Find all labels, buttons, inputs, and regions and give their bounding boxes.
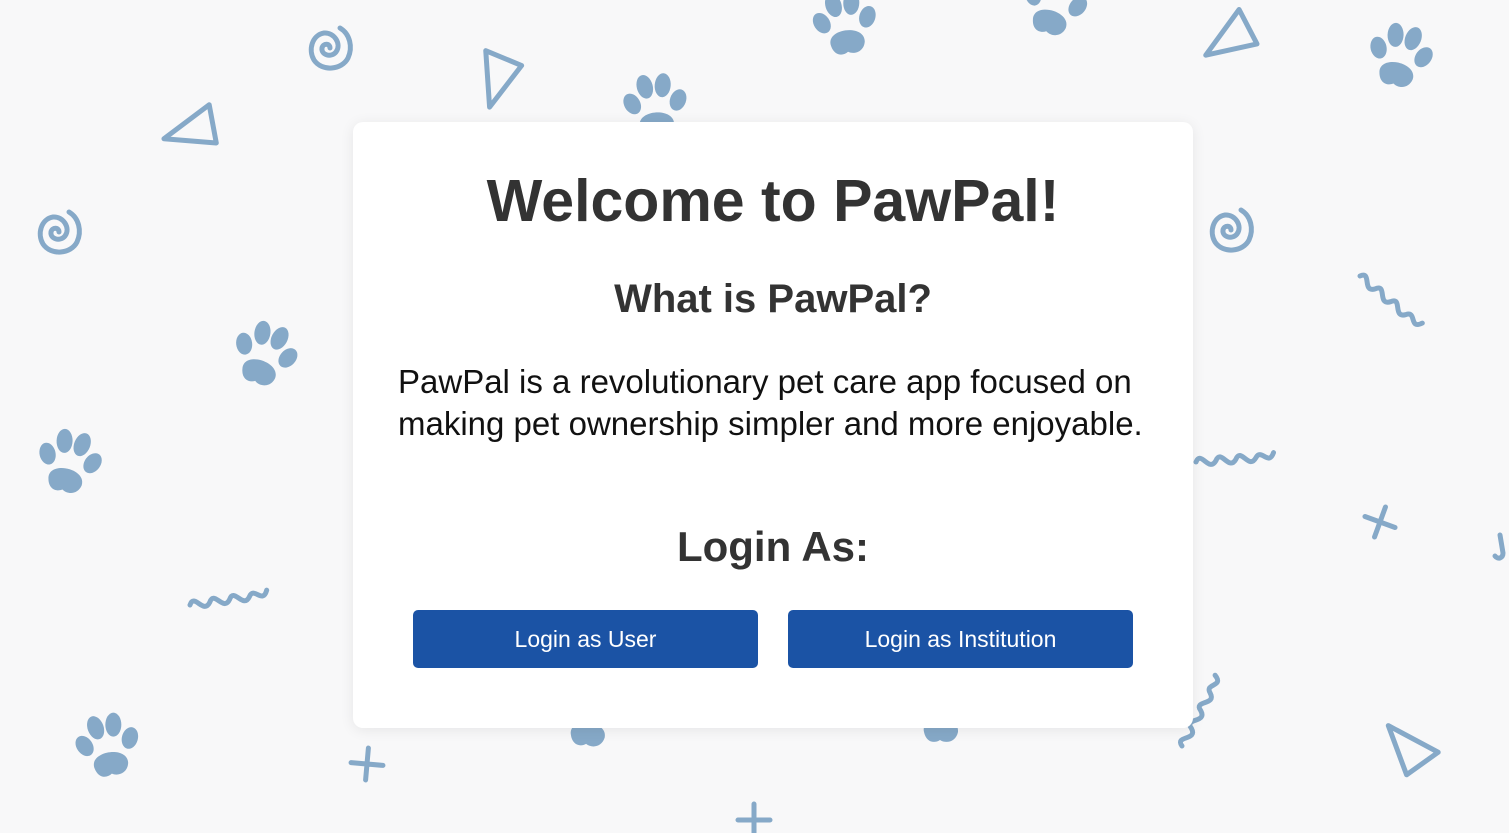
squiggle-icon: [1196, 453, 1274, 466]
squiggle-icon: [189, 590, 267, 608]
squiggle-icon: [1358, 273, 1423, 329]
spiral-icon: [1212, 210, 1251, 250]
spiral-icon: [40, 212, 79, 252]
triangle-icon: [164, 99, 232, 167]
paw-icon: [67, 707, 148, 782]
page-title: Welcome to PawPal!: [486, 168, 1060, 234]
about-description: PawPal is a revolutionary pet care app f…: [398, 363, 1143, 442]
paw-icon: [28, 422, 111, 499]
paw-icon: [1359, 16, 1442, 93]
landing-page: Welcome to PawPal! What is PawPal? PawPa…: [0, 0, 1509, 833]
cross-icon: [350, 747, 385, 782]
about-heading: What is PawPal?: [614, 277, 932, 321]
paw-icon: [222, 312, 309, 394]
hook-icon: [1492, 532, 1506, 561]
triangle-icon: [1375, 726, 1441, 783]
welcome-card: Welcome to PawPal! What is PawPal? PawPa…: [353, 122, 1193, 728]
login-user-button[interactable]: Login as User: [413, 610, 758, 668]
spiral-icon: [311, 28, 350, 68]
login-heading: Login As:: [676, 523, 870, 570]
paw-icon: [805, 0, 884, 59]
cross-icon: [1359, 501, 1400, 542]
triangle-icon: [478, 44, 529, 107]
login-institution-button[interactable]: Login as Institution: [788, 610, 1133, 668]
paw-icon: [1013, 0, 1097, 43]
cross-icon: [738, 804, 770, 833]
triangle-icon: [1206, 6, 1268, 74]
